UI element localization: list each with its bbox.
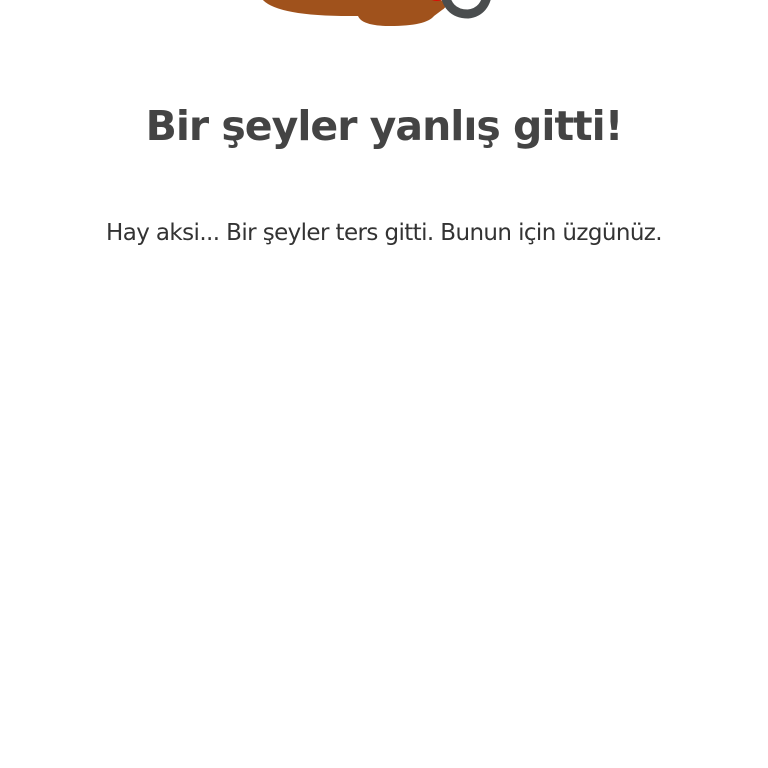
error-title: Bir şeyler yanlış gitti! bbox=[145, 102, 624, 150]
error-page: Bir şeyler yanlış gitti! Hay aksi... Bir… bbox=[0, 0, 768, 768]
error-message: Hay aksi... Bir şeyler ters gitti. Bunun… bbox=[106, 220, 663, 246]
cup-handle bbox=[441, 0, 491, 19]
spilled-cup-icon bbox=[262, 0, 491, 26]
spill-puddle bbox=[262, 0, 446, 26]
